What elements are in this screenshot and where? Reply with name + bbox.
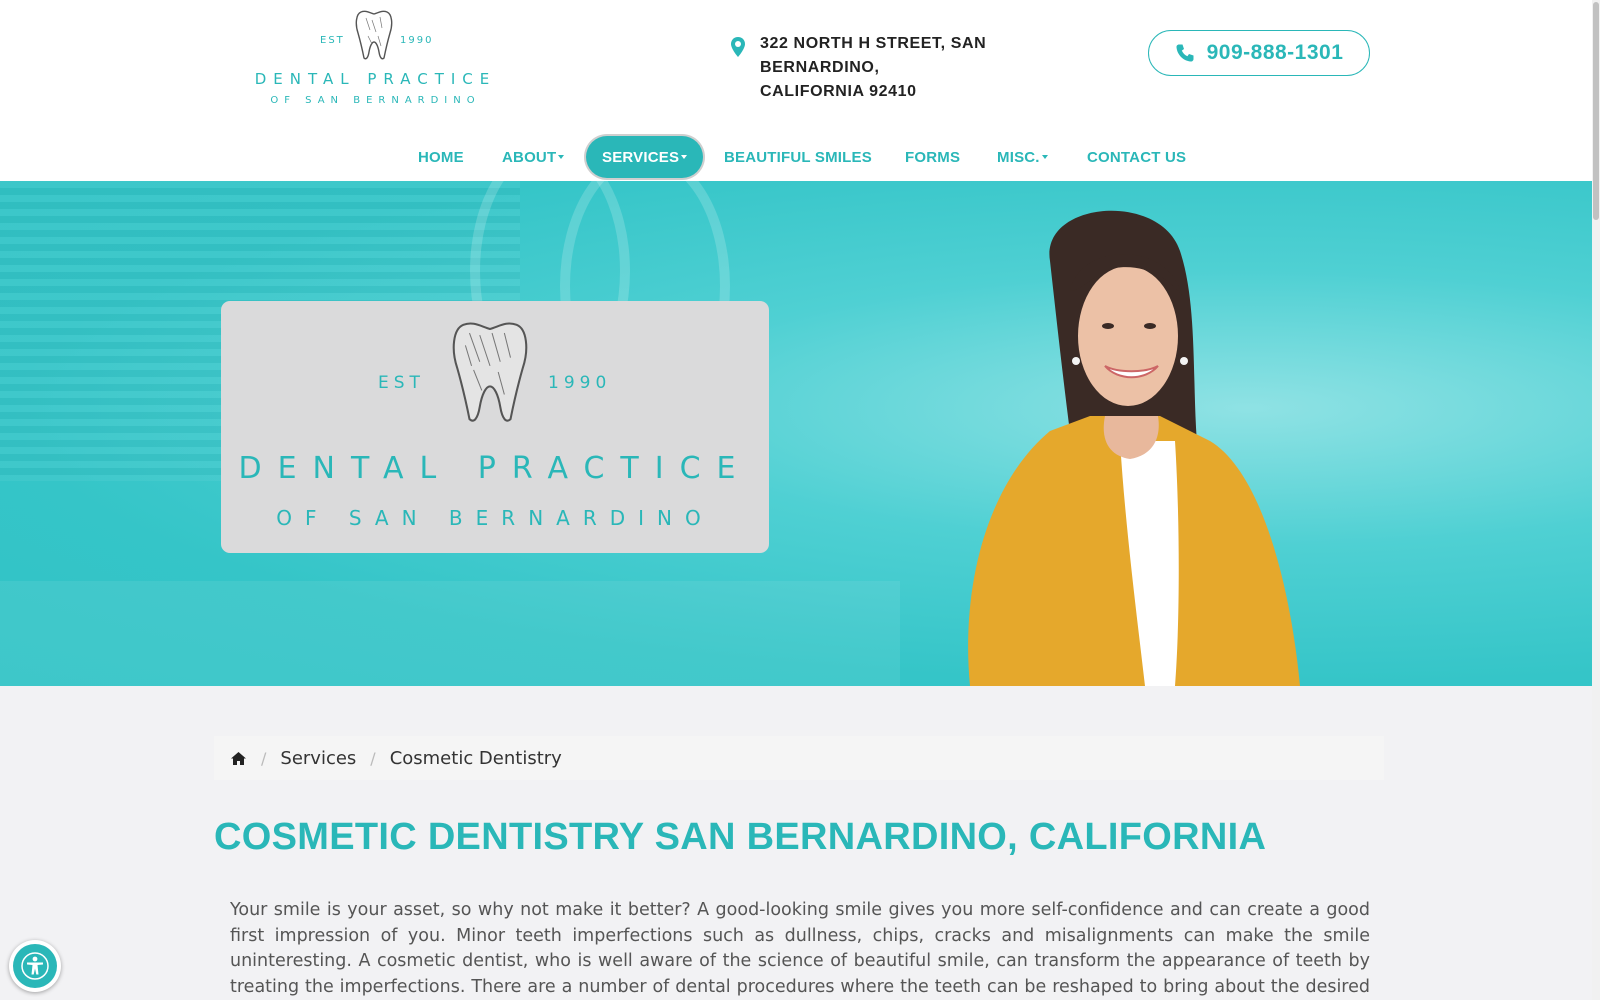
site-header: EST 1990 DENTAL PRACTICE OF SAN BERNARDI… bbox=[0, 0, 1600, 181]
address-text: 322 North H Street, San Bernardino, Cali… bbox=[760, 32, 1110, 104]
logo-subname: OF SAN BERNARDINO bbox=[270, 95, 481, 106]
nav-contact-us[interactable]: Contact Us bbox=[1087, 136, 1186, 178]
nav-misc-label: Misc. bbox=[997, 148, 1040, 166]
phone-icon bbox=[1176, 44, 1194, 62]
body-paragraph: Your smile is your asset, so why not mak… bbox=[230, 900, 1370, 997]
hero-brand-subname: OF SAN BERNARDINO bbox=[276, 506, 714, 530]
breadcrumb-current: Cosmetic Dentistry bbox=[389, 747, 562, 769]
address-line-1: 322 North H Street, San Bernardino, bbox=[760, 35, 987, 76]
nav-about-label: About bbox=[502, 148, 557, 166]
nav-home[interactable]: Home bbox=[418, 136, 464, 178]
nav-services[interactable]: Services bbox=[586, 136, 704, 178]
page-scrollbar[interactable] bbox=[1592, 0, 1600, 1000]
nav-home-label: Home bbox=[418, 148, 464, 166]
caret-down-icon bbox=[1041, 155, 1048, 159]
caret-down-icon bbox=[558, 155, 565, 159]
nav-beautiful-smiles-label: Beautiful Smiles bbox=[724, 148, 872, 166]
logo-name: DENTAL PRACTICE bbox=[254, 70, 497, 88]
nav-beautiful-smiles[interactable]: Beautiful Smiles bbox=[724, 136, 872, 178]
breadcrumb: / Services / Cosmetic Dentistry bbox=[214, 736, 1384, 780]
breadcrumb-services[interactable]: Services bbox=[280, 748, 356, 769]
tooth-logo-icon bbox=[355, 10, 393, 60]
home-icon[interactable] bbox=[230, 751, 247, 766]
address-line-2: California 92410 bbox=[760, 83, 917, 100]
breadcrumb-separator: / bbox=[370, 748, 376, 768]
smiling-woman-photo bbox=[968, 210, 1300, 686]
logo-est-right: 1990 bbox=[400, 35, 434, 46]
nav-forms-label: Forms bbox=[905, 148, 961, 166]
breadcrumb-separator: / bbox=[261, 748, 267, 768]
accessibility-ring bbox=[13, 944, 57, 988]
caret-down-icon bbox=[681, 155, 688, 159]
tooth-logo-icon bbox=[452, 322, 528, 422]
main-nav: Home About Services Beautiful Smiles For… bbox=[0, 136, 1600, 178]
accessibility-button[interactable] bbox=[9, 940, 61, 992]
nav-about[interactable]: About bbox=[502, 136, 565, 178]
hero-est-left: EST bbox=[378, 373, 425, 393]
hero-est-right: 1990 bbox=[548, 373, 612, 393]
hero-logo-card: EST 1990 DENTAL PRACTICE OF SAN BERNARDI… bbox=[221, 301, 769, 553]
phone-number: 909-888-1301 bbox=[1206, 41, 1344, 64]
scrollbar-thumb[interactable] bbox=[1593, 2, 1599, 220]
hero-brand-name: DENTAL PRACTICE bbox=[238, 451, 752, 486]
accessibility-icon bbox=[21, 952, 49, 980]
nav-services-label: Services bbox=[602, 148, 680, 166]
nav-contact-us-label: Contact Us bbox=[1087, 148, 1187, 166]
site-logo[interactable]: EST 1990 DENTAL PRACTICE OF SAN BERNARDI… bbox=[248, 8, 503, 110]
nav-misc[interactable]: Misc. bbox=[997, 136, 1048, 178]
map-pin-icon bbox=[731, 37, 745, 57]
hero-banner: EST 1990 DENTAL PRACTICE OF SAN BERNARDI… bbox=[0, 181, 1600, 686]
hero-background-floor bbox=[0, 581, 900, 686]
phone-button[interactable]: 909-888-1301 bbox=[1148, 30, 1370, 76]
logo-est-left: EST bbox=[320, 35, 345, 46]
page-title: COSMETIC DENTISTRY SAN BERNARDINO, CALIF… bbox=[214, 816, 1267, 858]
nav-forms[interactable]: Forms bbox=[905, 136, 960, 178]
